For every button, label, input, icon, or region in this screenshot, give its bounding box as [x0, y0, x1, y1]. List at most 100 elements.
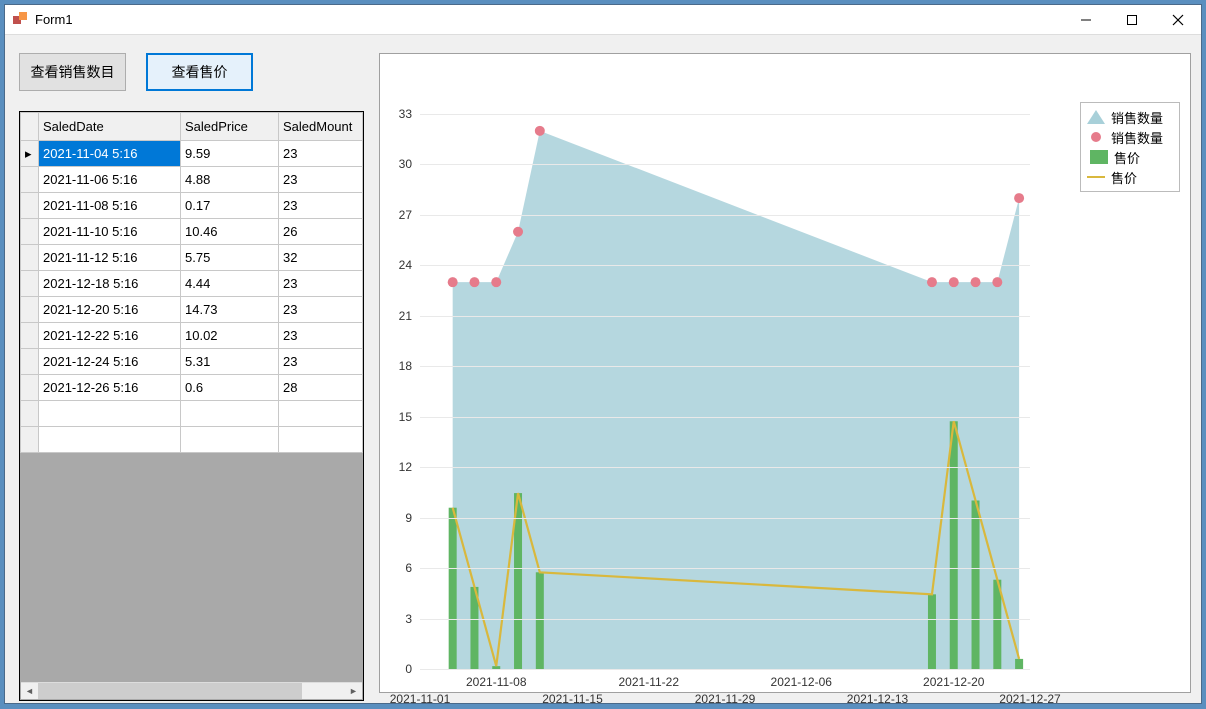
cell[interactable]: 10.46	[181, 219, 279, 245]
cell[interactable]: 0.17	[181, 193, 279, 219]
data-grid[interactable]: SaledDateSaledPriceSaledMount▸2021-11-04…	[19, 111, 364, 701]
row-header[interactable]	[21, 271, 39, 297]
cell[interactable]: 2021-11-08 5:16	[39, 193, 181, 219]
cell[interactable]: 14.73	[181, 297, 279, 323]
grid-line	[420, 366, 1030, 367]
table-row[interactable]: 2021-12-22 5:1610.0223	[21, 323, 363, 349]
cell[interactable]: 2021-11-12 5:16	[39, 245, 181, 271]
chart-plot-area: 036912151821242730332021-11-082021-11-22…	[420, 114, 1030, 669]
left-panel: 查看销售数目 查看售价 SaledDateSaledPriceSaledMoun…	[19, 53, 364, 693]
table-row[interactable]: 2021-11-12 5:165.7532	[21, 245, 363, 271]
x-tick-label: 2021-12-27	[999, 692, 1060, 706]
x-tick-label: 2021-11-22	[619, 675, 680, 689]
cell[interactable]: 5.31	[181, 349, 279, 375]
cell[interactable]: 2021-11-04 5:16	[39, 141, 181, 167]
bar	[536, 572, 544, 669]
cell[interactable]: 4.88	[181, 167, 279, 193]
y-tick-label: 9	[382, 511, 412, 525]
cell[interactable]: 23	[279, 141, 363, 167]
row-header[interactable]	[21, 349, 39, 375]
row-header[interactable]	[21, 219, 39, 245]
data-point	[992, 277, 1002, 287]
bar	[1015, 659, 1023, 669]
cell[interactable]: 10.02	[181, 323, 279, 349]
cell[interactable]: 28	[279, 375, 363, 401]
cell[interactable]: 2021-12-20 5:16	[39, 297, 181, 323]
grid-line	[420, 669, 1030, 670]
table-row[interactable]: 2021-12-18 5:164.4423	[21, 271, 363, 297]
cell[interactable]: 0.6	[181, 375, 279, 401]
cell[interactable]: 2021-12-26 5:16	[39, 375, 181, 401]
close-button[interactable]	[1155, 5, 1201, 35]
y-tick-label: 33	[382, 107, 412, 121]
cell[interactable]: 4.44	[181, 271, 279, 297]
y-tick-label: 0	[382, 662, 412, 676]
table-row[interactable]: 2021-11-06 5:164.8823	[21, 167, 363, 193]
cell[interactable]: 9.59	[181, 141, 279, 167]
column-header[interactable]: SaledDate	[39, 113, 181, 141]
grid-line	[420, 215, 1030, 216]
scroll-thumb[interactable]	[38, 683, 302, 699]
row-header[interactable]	[21, 375, 39, 401]
titlebar[interactable]: Form1	[5, 5, 1201, 35]
cell[interactable]: 23	[279, 193, 363, 219]
cell[interactable]: 2021-11-10 5:16	[39, 219, 181, 245]
data-point	[1014, 193, 1024, 203]
cell[interactable]: 26	[279, 219, 363, 245]
grid-line	[420, 164, 1030, 165]
cell[interactable]: 23	[279, 349, 363, 375]
view-sales-count-button[interactable]: 查看销售数目	[19, 53, 126, 91]
legend-item-line: 售价	[1087, 167, 1173, 187]
table-row[interactable]: ▸2021-11-04 5:169.5923	[21, 141, 363, 167]
grid-line	[420, 518, 1030, 519]
client-area: 查看销售数目 查看售价 SaledDateSaledPriceSaledMoun…	[5, 35, 1201, 703]
maximize-button[interactable]	[1109, 5, 1155, 35]
view-price-button[interactable]: 查看售价	[146, 53, 253, 91]
table-row[interactable]: 2021-12-20 5:1614.7323	[21, 297, 363, 323]
table-row-empty[interactable]	[21, 401, 363, 427]
cell[interactable]: 23	[279, 323, 363, 349]
bar	[928, 594, 936, 669]
bar	[449, 508, 457, 669]
chart-svg	[420, 114, 1030, 669]
table-row[interactable]: 2021-11-08 5:160.1723	[21, 193, 363, 219]
cell[interactable]: 5.75	[181, 245, 279, 271]
y-tick-label: 6	[382, 561, 412, 575]
cell[interactable]: 32	[279, 245, 363, 271]
y-tick-label: 30	[382, 157, 412, 171]
scroll-right-arrow-icon[interactable]: ►	[345, 683, 362, 699]
cell[interactable]: 23	[279, 271, 363, 297]
table-row[interactable]: 2021-12-24 5:165.3123	[21, 349, 363, 375]
cell[interactable]: 2021-12-22 5:16	[39, 323, 181, 349]
column-header[interactable]: SaledMount	[279, 113, 363, 141]
row-header-corner[interactable]	[21, 113, 39, 141]
legend-label: 售价	[1111, 168, 1137, 187]
row-header[interactable]: ▸	[21, 141, 39, 167]
app-icon	[13, 12, 29, 28]
row-header[interactable]	[21, 245, 39, 271]
grid-line	[420, 568, 1030, 569]
horizontal-scrollbar[interactable]: ◄ ►	[21, 682, 362, 699]
x-tick-label: 2021-11-08	[466, 675, 527, 689]
legend-label: 销售数量	[1111, 128, 1163, 147]
row-header[interactable]	[21, 167, 39, 193]
table-row-empty[interactable]	[21, 427, 363, 453]
minimize-button[interactable]	[1063, 5, 1109, 35]
scroll-track[interactable]	[38, 683, 345, 699]
cell[interactable]: 2021-11-06 5:16	[39, 167, 181, 193]
data-point	[469, 277, 479, 287]
cell[interactable]: 2021-12-24 5:16	[39, 349, 181, 375]
grid-line	[420, 114, 1030, 115]
y-tick-label: 3	[382, 612, 412, 626]
cell[interactable]: 23	[279, 167, 363, 193]
grid-table[interactable]: SaledDateSaledPriceSaledMount▸2021-11-04…	[20, 112, 363, 453]
cell[interactable]: 23	[279, 297, 363, 323]
column-header[interactable]: SaledPrice	[181, 113, 279, 141]
cell[interactable]: 2021-12-18 5:16	[39, 271, 181, 297]
scroll-left-arrow-icon[interactable]: ◄	[21, 683, 38, 699]
row-header[interactable]	[21, 297, 39, 323]
row-header[interactable]	[21, 193, 39, 219]
table-row[interactable]: 2021-12-26 5:160.628	[21, 375, 363, 401]
table-row[interactable]: 2021-11-10 5:1610.4626	[21, 219, 363, 245]
row-header[interactable]	[21, 323, 39, 349]
